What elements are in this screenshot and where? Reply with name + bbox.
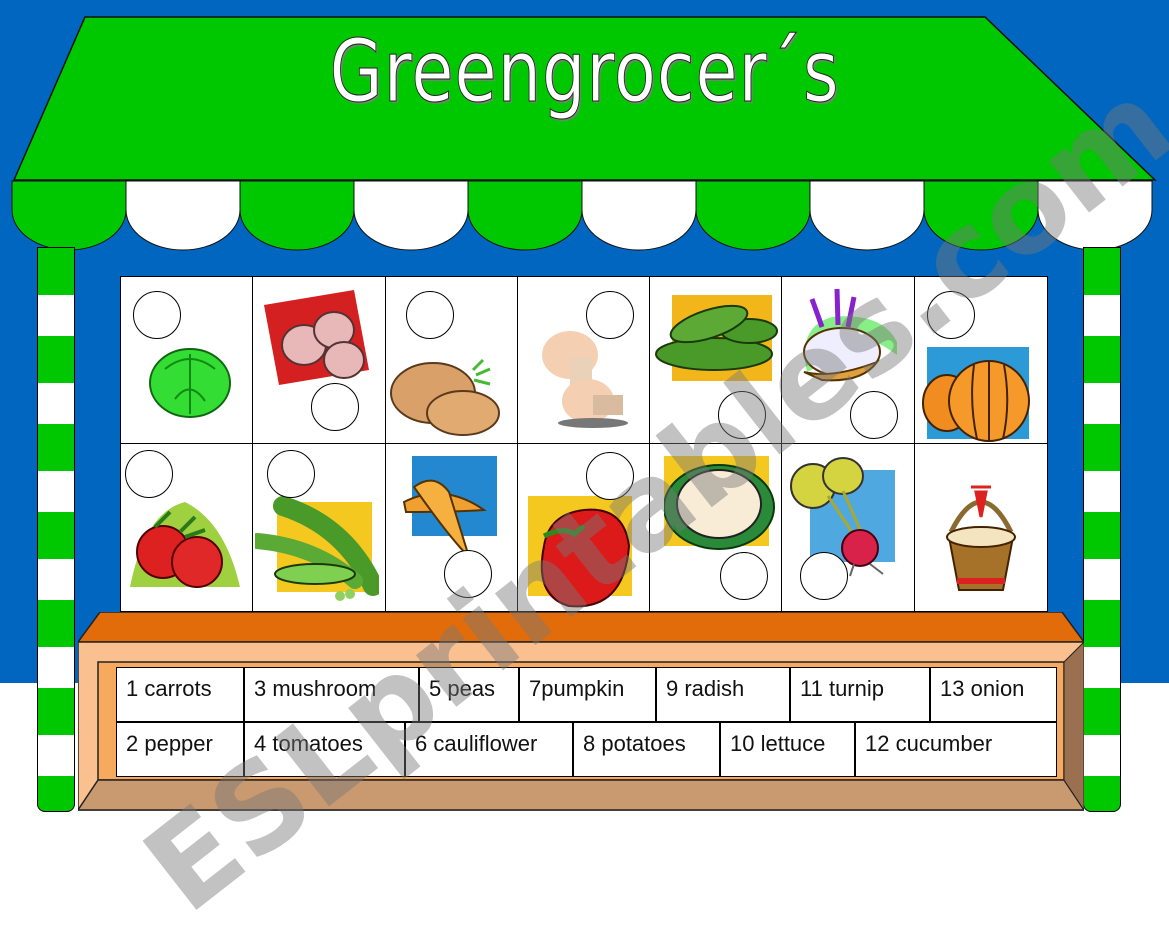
cell-mushroom bbox=[517, 277, 651, 444]
carrots-icon bbox=[402, 456, 497, 558]
word-label: 7pumpkin bbox=[519, 667, 656, 722]
word-label: 13 onion bbox=[930, 667, 1057, 722]
answer-circle[interactable] bbox=[405, 291, 454, 339]
answer-circle[interactable] bbox=[133, 291, 181, 339]
basket-icon bbox=[945, 485, 1016, 591]
word-label: 4 tomatoes bbox=[244, 722, 405, 777]
cell-radish bbox=[782, 444, 915, 611]
potatoes-icon bbox=[389, 358, 500, 436]
cell-pumpkin bbox=[914, 277, 1047, 444]
onion-icon bbox=[803, 288, 898, 382]
cell-basket bbox=[915, 444, 1047, 611]
awning-scallop bbox=[581, 180, 697, 251]
cell-lettuce bbox=[121, 277, 254, 444]
answer-circle[interactable] bbox=[267, 450, 316, 498]
answer-circle[interactable] bbox=[311, 383, 360, 431]
lettuce-icon bbox=[149, 348, 231, 418]
cauliflower-icon bbox=[664, 456, 776, 550]
answer-circle[interactable] bbox=[443, 550, 492, 598]
awning-scallop bbox=[239, 180, 355, 251]
awning-scallop bbox=[695, 180, 811, 251]
answer-circle[interactable] bbox=[850, 391, 899, 439]
word-label: 10 lettuce bbox=[720, 722, 855, 777]
cell-peas bbox=[253, 444, 386, 611]
picture-board bbox=[120, 276, 1048, 612]
pepper-icon bbox=[527, 496, 632, 608]
left-pillar bbox=[37, 247, 75, 812]
cell-potatoes bbox=[385, 277, 518, 444]
word-label: 5 peas bbox=[419, 667, 519, 722]
word-label: 6 cauliflower bbox=[405, 722, 573, 777]
cell-onion bbox=[782, 277, 915, 444]
awning-scallop bbox=[1037, 180, 1153, 251]
awning-scallop bbox=[353, 180, 469, 251]
cucumber-icon bbox=[655, 295, 779, 381]
awning-scallop bbox=[11, 180, 127, 251]
awning-scallop bbox=[125, 180, 241, 251]
word-label: 2 pepper bbox=[116, 722, 244, 777]
right-pillar bbox=[1083, 247, 1121, 812]
tomatoes-icon bbox=[130, 502, 240, 588]
awning-scallop bbox=[923, 180, 1039, 251]
word-label: 11 turnip bbox=[790, 667, 930, 722]
word-bank: 1 carrots 3 mushroom 5 peas 7pumpkin 9 r… bbox=[116, 667, 1057, 779]
awning-scallop bbox=[467, 180, 583, 251]
answer-circle[interactable] bbox=[585, 291, 634, 339]
peas-icon bbox=[255, 496, 380, 601]
answer-circle[interactable] bbox=[585, 452, 634, 500]
cell-tomatoes bbox=[121, 444, 254, 611]
cell-cucumber bbox=[650, 277, 783, 444]
word-bank-row-2: 2 pepper 4 tomatoes 6 cauliflower 8 pota… bbox=[116, 722, 1057, 777]
pumpkin-icon bbox=[921, 347, 1030, 442]
answer-circle[interactable] bbox=[125, 450, 173, 498]
awning-scallop bbox=[809, 180, 925, 251]
answer-circle[interactable] bbox=[718, 391, 767, 439]
cell-carrots bbox=[386, 444, 518, 611]
word-label: 3 mushroom bbox=[244, 667, 419, 722]
shop-title: Greengrocer´s bbox=[329, 22, 840, 123]
word-label: 1 carrots bbox=[116, 667, 244, 722]
word-label: 8 potatoes bbox=[573, 722, 720, 777]
word-bank-row-1: 1 carrots 3 mushroom 5 peas 7pumpkin 9 r… bbox=[116, 667, 1057, 722]
word-label: 9 radish bbox=[656, 667, 790, 722]
cell-cauliflower bbox=[650, 444, 783, 611]
mushroom-icon bbox=[541, 331, 628, 428]
answer-circle[interactable] bbox=[720, 552, 769, 600]
word-label: 12 cucumber bbox=[855, 722, 1057, 777]
answer-circle[interactable] bbox=[926, 291, 975, 339]
answer-circle[interactable] bbox=[800, 552, 849, 600]
cell-garlic bbox=[253, 277, 386, 444]
cell-pepper bbox=[518, 444, 651, 611]
garlic-icon bbox=[264, 290, 370, 385]
